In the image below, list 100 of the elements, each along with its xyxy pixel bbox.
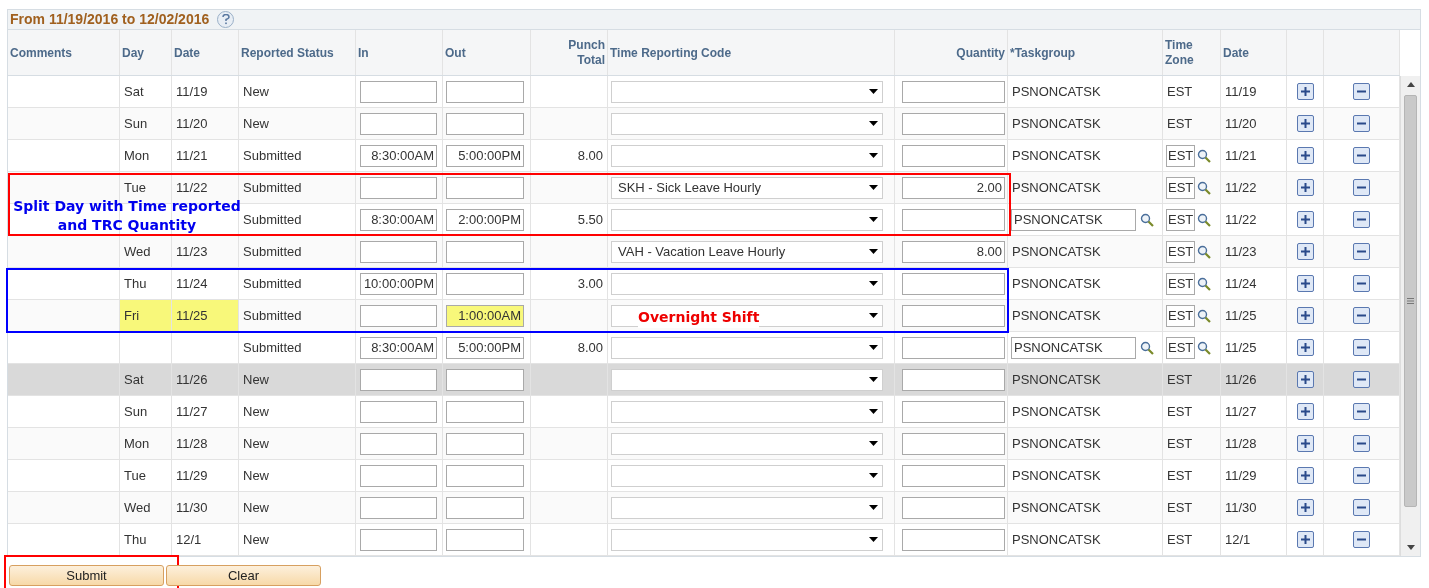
input-field[interactable] — [902, 144, 1005, 167]
input-field[interactable] — [446, 80, 524, 103]
input-field[interactable] — [360, 304, 437, 327]
input-field[interactable] — [902, 336, 1005, 359]
help-icon[interactable] — [217, 11, 235, 28]
input-field[interactable]: 8:30:00AM — [360, 336, 437, 359]
add-row-button[interactable] — [1296, 115, 1314, 132]
input-field[interactable]: EST — [1166, 304, 1195, 327]
search-icon[interactable] — [1197, 244, 1211, 259]
input-field[interactable] — [902, 368, 1005, 391]
delete-row-button[interactable] — [1353, 243, 1370, 260]
add-row-button[interactable] — [1296, 531, 1314, 548]
add-row-button[interactable] — [1296, 243, 1314, 260]
add-row-button[interactable] — [1296, 371, 1314, 388]
input-field[interactable]: 8:30:00AM — [360, 144, 437, 167]
search-icon[interactable] — [1197, 340, 1211, 355]
add-row-button[interactable] — [1296, 275, 1314, 292]
dropdown-field[interactable] — [611, 336, 883, 359]
add-row-button[interactable] — [1296, 339, 1314, 356]
input-field[interactable] — [902, 272, 1005, 295]
input-field[interactable]: EST — [1166, 272, 1195, 295]
search-icon[interactable] — [1140, 212, 1154, 227]
add-row-button[interactable] — [1296, 435, 1314, 452]
input-field[interactable] — [360, 80, 437, 103]
input-field[interactable]: 8:30:00AM — [360, 208, 437, 231]
input-field[interactable]: EST — [1166, 208, 1195, 231]
input-field[interactable] — [446, 464, 524, 487]
input-field[interactable]: 8.00 — [902, 240, 1005, 263]
dropdown-field[interactable] — [611, 528, 883, 551]
dropdown-field[interactable] — [611, 208, 883, 231]
input-field[interactable] — [446, 400, 524, 423]
delete-row-button[interactable] — [1353, 339, 1370, 356]
search-icon[interactable] — [1197, 148, 1211, 163]
input-field[interactable]: PSNONCATSK — [1011, 336, 1136, 359]
input-field[interactable] — [902, 528, 1005, 551]
input-field[interactable]: 10:00:00PM — [360, 272, 437, 295]
input-field[interactable] — [902, 400, 1005, 423]
delete-row-button[interactable] — [1353, 115, 1370, 132]
input-field[interactable] — [902, 432, 1005, 455]
delete-row-button[interactable] — [1353, 83, 1370, 100]
dropdown-field[interactable] — [611, 368, 883, 391]
delete-row-button[interactable] — [1353, 211, 1370, 228]
dropdown-field[interactable] — [611, 112, 883, 135]
input-field[interactable]: EST — [1166, 176, 1195, 199]
input-field[interactable] — [360, 240, 437, 263]
input-field[interactable]: EST — [1166, 144, 1195, 167]
input-field[interactable] — [360, 400, 437, 423]
search-icon[interactable] — [1197, 308, 1211, 323]
input-field[interactable] — [360, 496, 437, 519]
input-field[interactable] — [360, 368, 437, 391]
delete-row-button[interactable] — [1353, 499, 1370, 516]
add-row-button[interactable] — [1296, 179, 1314, 196]
add-row-button[interactable] — [1296, 403, 1314, 420]
dropdown-field[interactable] — [611, 272, 883, 295]
delete-row-button[interactable] — [1353, 307, 1370, 324]
search-icon[interactable] — [1140, 340, 1154, 355]
input-field[interactable] — [360, 464, 437, 487]
delete-row-button[interactable] — [1353, 531, 1370, 548]
dropdown-field[interactable] — [611, 432, 883, 455]
input-field[interactable] — [360, 112, 437, 135]
dropdown-field[interactable] — [611, 144, 883, 167]
input-field[interactable] — [902, 208, 1005, 231]
input-field[interactable] — [446, 496, 524, 519]
add-row-button[interactable] — [1296, 499, 1314, 516]
add-row-button[interactable] — [1296, 211, 1314, 228]
scroll-up-icon[interactable] — [1406, 82, 1415, 87]
input-field[interactable]: PSNONCATSK — [1011, 208, 1136, 231]
search-icon[interactable] — [1197, 276, 1211, 291]
input-field[interactable]: EST — [1166, 336, 1195, 359]
delete-row-button[interactable] — [1353, 467, 1370, 484]
add-row-button[interactable] — [1296, 467, 1314, 484]
scroll-down-icon[interactable] — [1406, 545, 1415, 550]
input-field[interactable] — [902, 112, 1005, 135]
scrollbar[interactable] — [1400, 76, 1420, 556]
input-field[interactable] — [902, 496, 1005, 519]
dropdown-field[interactable] — [611, 80, 883, 103]
search-icon[interactable] — [1197, 212, 1211, 227]
clear-button[interactable]: Clear — [166, 565, 321, 586]
input-field[interactable] — [446, 432, 524, 455]
input-field[interactable] — [360, 176, 437, 199]
input-field[interactable]: 5:00:00PM — [446, 144, 524, 167]
input-field[interactable]: EST — [1166, 240, 1195, 263]
search-icon[interactable] — [1197, 180, 1211, 195]
input-field[interactable] — [360, 432, 437, 455]
dropdown-field[interactable] — [611, 496, 883, 519]
input-field[interactable]: 5:00:00PM — [446, 336, 524, 359]
input-field[interactable] — [446, 112, 524, 135]
add-row-button[interactable] — [1296, 307, 1314, 324]
dropdown-field[interactable] — [611, 464, 883, 487]
input-field[interactable]: 2.00 — [902, 176, 1005, 199]
delete-row-button[interactable] — [1353, 403, 1370, 420]
input-field[interactable]: 1:00:00AM — [446, 304, 524, 327]
add-row-button[interactable] — [1296, 83, 1314, 100]
input-field[interactable] — [902, 304, 1005, 327]
input-field[interactable] — [446, 176, 524, 199]
delete-row-button[interactable] — [1353, 179, 1370, 196]
submit-button[interactable]: Submit — [9, 565, 164, 586]
input-field[interactable]: 2:00:00PM — [446, 208, 524, 231]
input-field[interactable] — [446, 528, 524, 551]
input-field[interactable] — [446, 368, 524, 391]
